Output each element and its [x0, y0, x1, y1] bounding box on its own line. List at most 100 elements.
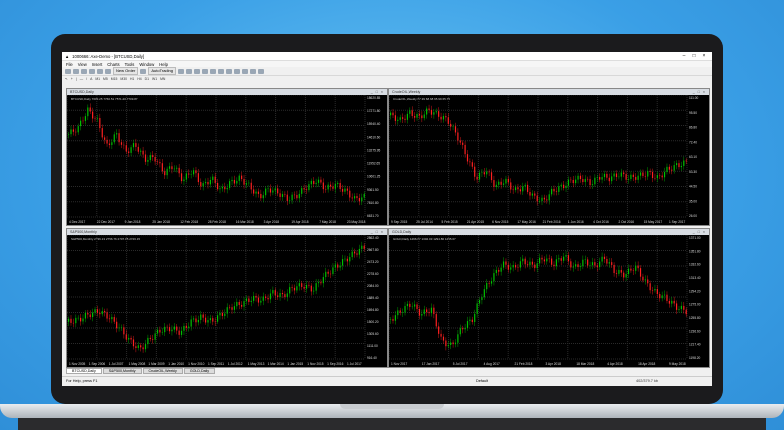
auto-scroll-icon[interactable]	[226, 68, 232, 74]
candle-body	[84, 312, 87, 319]
candle-body	[289, 287, 291, 294]
candle-body	[284, 294, 286, 298]
chart-window-crudeoil[interactable]: CrudeOIL,Weekly _ □ × CrudeOIL,Weekly 67.…	[388, 88, 710, 226]
tf-m15[interactable]: M15	[111, 77, 118, 81]
zoom-in-icon[interactable]	[202, 68, 208, 74]
tile-windows-icon[interactable]	[218, 68, 224, 74]
new-order-button[interactable]: New Order	[113, 67, 139, 75]
candle-body	[522, 186, 524, 192]
x-tick-label: 19 Apr 2018	[291, 220, 308, 224]
close-icon[interactable]: ×	[699, 53, 709, 59]
candle-body	[269, 188, 272, 193]
cursor-icon[interactable]: ↖	[65, 77, 68, 81]
menu-view[interactable]: View	[78, 62, 87, 67]
menu-help[interactable]: Help	[159, 62, 168, 67]
tab-btcusd[interactable]: BTCUSD,Daily	[66, 368, 102, 374]
trendline-icon[interactable]: /	[86, 77, 87, 81]
menu-insert[interactable]: Insert	[92, 62, 102, 67]
candle-body	[644, 175, 646, 177]
candle-body	[474, 166, 476, 177]
terminal-icon[interactable]	[105, 68, 111, 74]
price-chart[interactable]: 111.00 95.50 86.80 72.40 63.10 53.30 44.50 35.0…	[389, 95, 709, 225]
y-tick-label: 35.00	[689, 199, 697, 203]
candle-body	[630, 268, 632, 271]
candle-body	[572, 179, 574, 184]
chart-window-sp500[interactable]: S&P500,Monthly _ □ × S&P500,Monthly 2736.…	[66, 228, 388, 368]
new-chart-icon[interactable]	[65, 68, 71, 74]
candle-body	[214, 321, 216, 323]
x-tick-label: 1 Jun 2016	[568, 220, 584, 224]
minimize-icon[interactable]: –	[679, 53, 689, 59]
profiles-icon[interactable]	[73, 68, 79, 74]
candle-body	[546, 199, 548, 201]
crosshair-icon[interactable]: +	[71, 77, 73, 81]
price-chart[interactable]: 2862.40 2667.80 2473.20 2278.60 2084.00 1889.…	[67, 235, 387, 367]
candle-body	[575, 264, 577, 267]
menu-tools[interactable]: Tools	[125, 62, 135, 67]
data-window-icon[interactable]	[89, 68, 95, 74]
candle-body	[301, 188, 303, 194]
vline-icon[interactable]: |	[76, 77, 77, 81]
candle-body	[154, 333, 156, 340]
chart-shift-icon[interactable]	[234, 68, 240, 74]
x-tick-label: 4 Apr 2018	[607, 362, 623, 366]
y-tick-label: 1313.40	[689, 276, 701, 280]
tf-m30[interactable]: M30	[120, 77, 127, 81]
tf-w1[interactable]: W1	[152, 77, 157, 81]
text-icon[interactable]: A	[90, 77, 92, 81]
candle-body	[601, 177, 603, 180]
candle-body	[625, 274, 627, 278]
candle-body	[221, 312, 224, 316]
templates-icon[interactable]	[258, 68, 264, 74]
candle-body	[180, 330, 183, 335]
tf-mn[interactable]: MN	[160, 77, 165, 81]
navigator-icon[interactable]	[97, 68, 103, 74]
tab-gold[interactable]: GOLD,Daily	[183, 368, 216, 374]
candle-body	[291, 287, 293, 288]
line-chart-icon[interactable]	[194, 68, 200, 74]
candle-body	[70, 129, 72, 135]
bar-chart-icon[interactable]	[178, 68, 184, 74]
candle-body	[502, 183, 505, 185]
chart-window-btcusd[interactable]: BTCUSD,Daily _ □ × BTCUSD,Daily 7609.25 7…	[66, 88, 388, 226]
tf-h1[interactable]: H1	[130, 77, 134, 81]
price-chart[interactable]: 18620.85 17271.80 15940.40 14610.60 13275.95…	[67, 95, 387, 225]
tab-crudeoil[interactable]: CrudeOIL,Weekly	[142, 368, 183, 374]
autotrading-button[interactable]: AutoTrading	[148, 67, 176, 75]
market-watch-icon[interactable]	[81, 68, 87, 74]
tf-d1[interactable]: D1	[145, 77, 149, 81]
expert-icon[interactable]	[140, 68, 147, 74]
candle-body	[164, 326, 166, 333]
tab-sp500[interactable]: S&P500,Monthly	[102, 368, 142, 374]
zoom-out-icon[interactable]	[210, 68, 216, 74]
candle-body	[560, 184, 562, 187]
x-tick-label: 21 Feb 2016	[543, 220, 561, 224]
indicators-icon[interactable]	[242, 68, 248, 74]
chart-window-gold[interactable]: GOLD,Daily _ □ × GOLD,Daily 1296.07 1302.…	[388, 228, 710, 368]
candle-body	[402, 117, 404, 119]
price-chart[interactable]: 1371.00 1351.80 1332.60 1313.40 1294.20 1275.…	[389, 235, 709, 367]
menu-charts[interactable]: Charts	[107, 62, 119, 67]
candle-body	[349, 190, 351, 198]
y-tick-label: 2084.00	[367, 284, 379, 288]
candle-body	[322, 182, 324, 190]
candle-body	[476, 176, 478, 180]
tf-m1[interactable]: M1	[95, 77, 100, 81]
candle-body	[325, 189, 327, 190]
tf-h4[interactable]: H4	[137, 77, 141, 81]
y-tick-label: 86.80	[689, 126, 697, 130]
menu-file[interactable]: File	[66, 62, 73, 67]
hline-icon[interactable]: —	[80, 77, 83, 81]
y-tick-label: 17271.80	[367, 109, 381, 113]
candle-body	[277, 188, 279, 194]
candle-body	[87, 107, 89, 117]
tf-m5[interactable]: M5	[103, 77, 108, 81]
candle-body	[253, 295, 255, 301]
y-tick-label: 18620.85	[367, 96, 381, 100]
candle-body	[599, 261, 601, 268]
candlestick-icon[interactable]	[186, 68, 192, 74]
candle-body	[661, 295, 663, 299]
maximize-icon[interactable]: □	[689, 53, 699, 59]
periods-icon[interactable]	[250, 68, 256, 74]
menu-window[interactable]: Window	[139, 62, 154, 67]
